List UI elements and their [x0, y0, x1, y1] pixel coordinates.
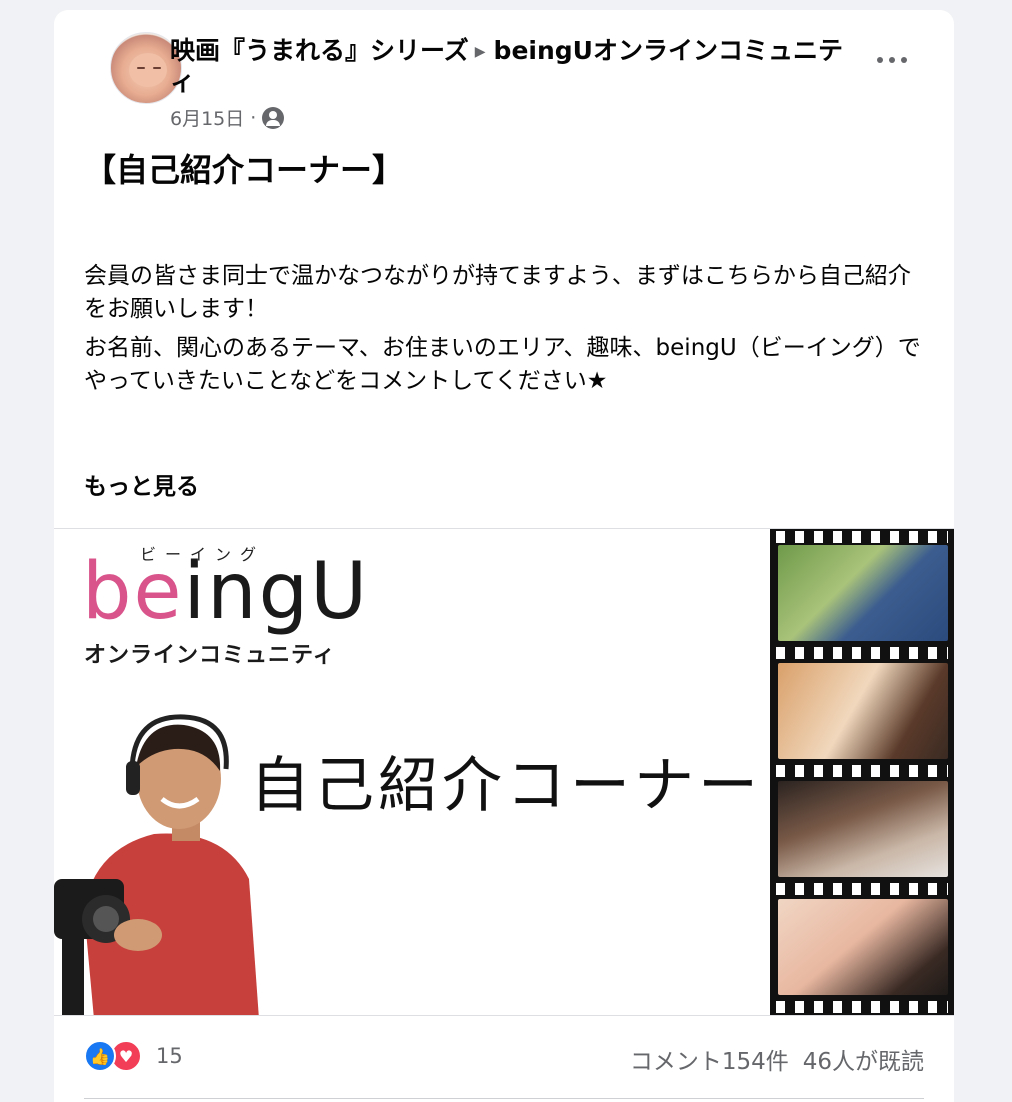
divider — [84, 1098, 924, 1099]
post-image[interactable]: ビーイング beingU オンラインコミュニティ 自己紹介コーナー — [54, 528, 954, 1016]
film-strip — [770, 529, 954, 1015]
post-date-link[interactable]: 6月15日 — [170, 104, 244, 131]
post-paragraph: お名前、関心のあるテーマ、お住まいのエリア、趣味、beingU（ビーイング）でや… — [84, 335, 921, 394]
seen-count-link[interactable]: 46人が既読 — [803, 1049, 924, 1075]
film-photo-child — [778, 663, 948, 759]
more-dot-icon — [889, 57, 895, 63]
logo-dark-part: ingU — [183, 547, 370, 637]
more-options-button[interactable] — [872, 46, 912, 74]
meta-dot: · — [250, 106, 257, 129]
avatar-eye — [153, 67, 161, 69]
engagement-stats: コメント154件 46人が既読 — [630, 1042, 924, 1076]
film-holes — [776, 1001, 948, 1013]
see-more-link[interactable]: もっと見る — [84, 472, 199, 502]
post-body: 会員の皆さま同士で温かなつながりが持てますよう、まずはこちらから自己紹介をお願い… — [84, 260, 924, 404]
post-header: 映画『うまれる』シリーズ ▶ beingUオンラインコミュニティ 6月15日 · — [54, 10, 954, 150]
reactions-summary[interactable]: 👍 ♥ 15 — [84, 1040, 183, 1072]
film-photo-newborn — [778, 899, 948, 995]
comment-count-link[interactable]: コメント154件 — [630, 1049, 789, 1075]
avatar-eye — [137, 67, 145, 69]
logo-pink-part: be — [82, 547, 184, 637]
like-icon: 👍 — [84, 1040, 116, 1072]
film-holes — [776, 883, 948, 895]
film-photo-hug — [778, 781, 948, 877]
film-holes — [776, 647, 948, 659]
post-author-line: 映画『うまれる』シリーズ ▶ beingUオンラインコミュニティ — [170, 36, 860, 97]
film-photo-family — [778, 545, 948, 641]
cameraman-illustration — [54, 714, 259, 1015]
more-dot-icon — [901, 57, 907, 63]
more-dot-icon — [877, 57, 883, 63]
post-stats-bar: 👍 ♥ 15 コメント154件 46人が既読 — [54, 1016, 954, 1099]
logo-subtitle: オンラインコミュニティ — [84, 643, 336, 668]
post-card: 映画『うまれる』シリーズ ▶ beingU オンラインコミュニティ 6月15日 · 【… — [54, 10, 954, 1102]
post-heading: 【自己紹介コーナー】 — [84, 151, 405, 189]
author-name-link[interactable]: 映画『うまれる』シリーズ — [170, 36, 469, 65]
banner-title: 自己紹介コーナー — [250, 751, 762, 821]
film-holes — [776, 765, 948, 777]
reaction-count: 15 — [156, 1044, 183, 1068]
chevron-right-icon: ▶ — [474, 44, 486, 60]
group-icon — [262, 106, 285, 129]
post-paragraph: 会員の皆さま同士で温かなつながりが持てますよう、まずはこちらから自己紹介をお願い… — [84, 263, 911, 322]
avatar-baby-face — [129, 53, 167, 87]
film-holes — [776, 531, 948, 543]
post-meta: 6月15日 · — [170, 104, 285, 131]
beingu-logo: beingU — [82, 547, 369, 637]
